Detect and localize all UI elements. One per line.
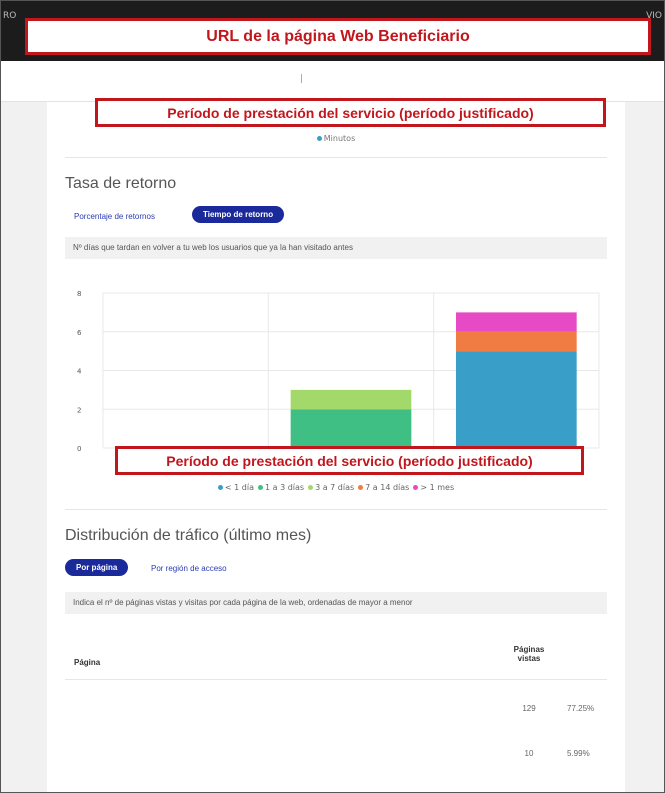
minutes-legend: Minutos	[47, 134, 625, 143]
tab-by-region[interactable]: Por región de acceso	[151, 564, 227, 573]
legend-item[interactable]: 1 a 3 días	[257, 483, 305, 492]
legend-dot	[308, 485, 314, 490]
row-views: 10	[524, 749, 534, 758]
legend-item[interactable]: 7 a 14 días	[358, 483, 409, 492]
y-tick-label: 6	[77, 329, 82, 337]
legend-label: 7 a 14 días	[365, 483, 410, 492]
period-annotation-box-bottom: Período de prestación del servicio (perí…	[115, 446, 584, 475]
row-views: 129	[522, 704, 536, 713]
legend-item[interactable]: > 1 mes	[413, 483, 454, 492]
bar-segment	[455, 331, 577, 352]
traffic-description: Indica el nº de páginas vistas y visitas…	[65, 592, 607, 614]
bar-segment	[290, 409, 412, 448]
page-header-bar	[1, 61, 664, 102]
y-tick-label: 2	[77, 406, 81, 414]
y-tick-label: 8	[77, 290, 81, 298]
legend-label: < 1 día	[224, 483, 254, 492]
minutes-legend-dot	[316, 136, 322, 141]
return-rate-description: Nº días que tardan en volver a tu web lo…	[65, 237, 607, 259]
tab-by-page[interactable]: Por página	[65, 559, 129, 576]
column-header-views: Páginas vistas	[509, 645, 549, 663]
url-annotation-box: URL de la página Web Beneficiario	[25, 18, 651, 55]
legend-label: 3 a 7 días	[315, 483, 355, 492]
text-cursor-mark	[301, 74, 302, 83]
tab-return-percentage[interactable]: Porcentaje de retornos	[74, 212, 155, 221]
column-header-views-line1: Páginas	[513, 645, 545, 654]
return-time-chart: 0 2 4 6 8	[77, 290, 600, 453]
return-time-legend: < 1 día 1 a 3 días 3 a 7 días 7 a 14 días > …	[47, 483, 625, 492]
y-tick-label: 0	[77, 445, 81, 453]
bar-segment	[455, 351, 577, 448]
minutes-legend-label: Minutos	[323, 134, 356, 143]
row-percent: 77.25%	[567, 704, 595, 713]
divider	[65, 509, 607, 510]
topbar-edge-left: RO	[3, 11, 17, 21]
period-annotation-box-top: Período de prestación del servicio (perí…	[95, 98, 606, 127]
bar-segment	[455, 312, 577, 332]
legend-item[interactable]: < 1 día	[217, 483, 254, 492]
return-rate-title: Tasa de retorno	[65, 175, 177, 192]
legend-item[interactable]: 3 a 7 días	[308, 483, 354, 492]
legend-dot	[413, 485, 419, 490]
legend-dot	[217, 485, 223, 490]
row-percent: 5.99%	[567, 749, 590, 758]
y-tick-label: 4	[77, 368, 82, 376]
legend-label: 1 a 3 días	[264, 483, 305, 492]
column-header-page: Página	[74, 658, 101, 667]
table-header-divider	[65, 679, 607, 680]
divider	[65, 157, 607, 158]
legend-dot	[358, 485, 364, 490]
column-header-views-line2: vistas	[517, 654, 541, 663]
bar-segment	[290, 389, 412, 410]
legend-dot	[257, 485, 263, 490]
screenshot-frame: RO VIO URL de la página Web Beneficiario…	[0, 0, 665, 793]
tab-return-time[interactable]: Tiempo de retorno	[192, 206, 285, 223]
legend-label: > 1 mes	[420, 483, 455, 492]
traffic-title: Distribución de tráfico (último mes)	[65, 527, 312, 544]
